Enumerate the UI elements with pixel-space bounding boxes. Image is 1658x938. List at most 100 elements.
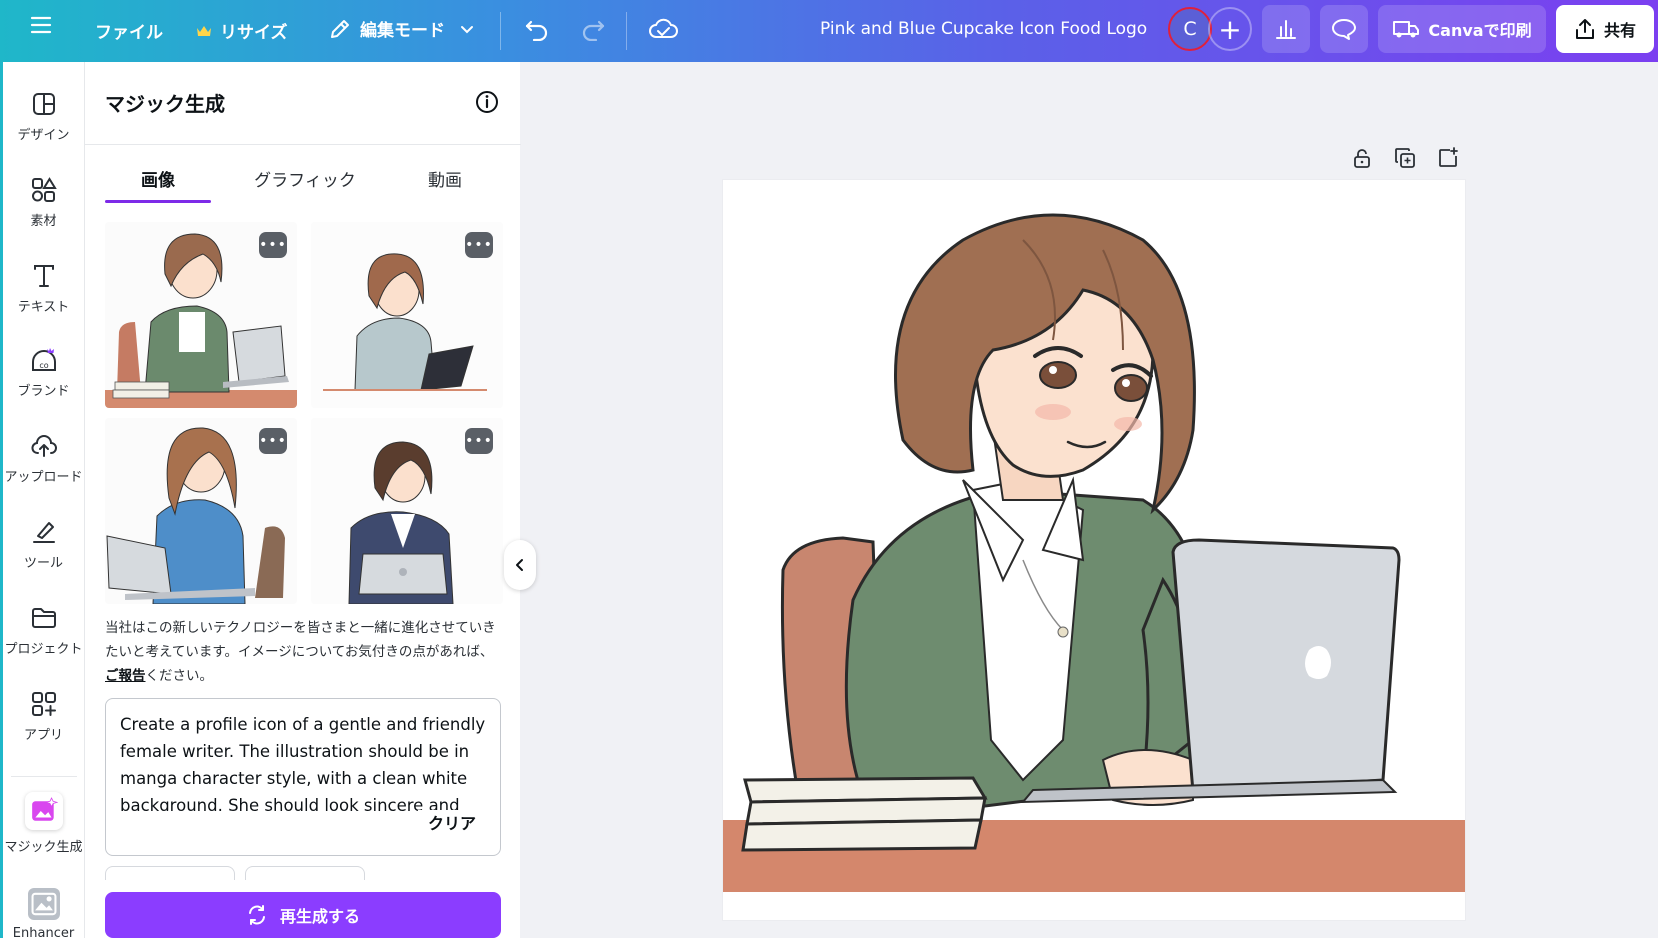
rail-item-label: プロジェクト: [4, 642, 83, 657]
undo-icon: [525, 20, 548, 41]
avatar-initial: C: [1183, 18, 1197, 40]
comment-icon: [1332, 19, 1356, 40]
bar-chart-icon: [1276, 20, 1296, 39]
save-status-button[interactable]: [648, 16, 678, 42]
aspect-chip[interactable]: [245, 866, 365, 880]
tab-graphics[interactable]: グラフィック: [235, 166, 375, 191]
print-label: Canvaで印刷: [1428, 21, 1532, 40]
rail-item-label: 素材: [30, 214, 57, 229]
plus-icon: +: [1218, 12, 1242, 46]
upload-cloud-icon: [30, 435, 57, 457]
file-menu[interactable]: ファイル: [95, 18, 163, 43]
text-icon: [33, 265, 54, 287]
generated-image-1[interactable]: •••: [105, 222, 297, 408]
redo-button[interactable]: [580, 17, 606, 41]
share-label: 共有: [1603, 21, 1636, 40]
rail-item-enhancer[interactable]: Enhancer: [3, 888, 84, 938]
share-button[interactable]: 共有: [1556, 5, 1654, 53]
clear-button[interactable]: クリア: [417, 810, 476, 837]
share-upload-icon: [1575, 19, 1594, 39]
rail-item-label: マジック生成: [4, 840, 83, 855]
undo-button[interactable]: [524, 17, 550, 41]
hamburger-icon: [30, 16, 52, 34]
collapse-panel-button[interactable]: [504, 540, 536, 590]
report-link[interactable]: ご報告: [105, 668, 146, 684]
magic-media-tile: [24, 792, 63, 830]
add-page-icon[interactable]: [1436, 146, 1460, 170]
regenerate-label: 再生成する: [279, 907, 360, 926]
more-options-button[interactable]: •••: [465, 232, 493, 258]
magic-media-panel: マジック生成 画像 グラフィック 動画 ••• ••• ••• ••• 当社はこ…: [84, 62, 521, 938]
chevron-down-icon: [461, 25, 473, 33]
prompt-text: Create a profile icon of a gentle and fr…: [120, 715, 486, 811]
more-options-button[interactable]: •••: [465, 428, 493, 454]
generated-image-3[interactable]: •••: [105, 418, 297, 604]
generated-image-4[interactable]: •••: [311, 418, 503, 604]
insights-button[interactable]: [1262, 5, 1310, 53]
edit-mode-dropdown[interactable]: 編集モード: [328, 16, 475, 41]
rail-item-magic-media[interactable]: マジック生成: [3, 792, 84, 855]
rail-item-label: アプリ: [23, 728, 63, 743]
comments-button[interactable]: [1320, 5, 1368, 53]
magic-media-icon: [31, 797, 58, 821]
panel-divider: [85, 144, 521, 145]
rail-item-design[interactable]: デザイン: [3, 90, 84, 143]
folder-icon: [31, 608, 56, 628]
active-tab-indicator: [105, 200, 211, 203]
print-button[interactable]: Canvaで印刷: [1378, 5, 1546, 53]
document-title[interactable]: Pink and Blue Cupcake Icon Food Logo: [820, 19, 1147, 39]
elements-icon: [31, 177, 57, 202]
info-icon[interactable]: [475, 90, 499, 114]
toolbar-divider: [500, 12, 501, 50]
disclaimer-text: 当社はこの新しいテクノロジーを皆さまと一緒に進化させていきたいと考えています。イ…: [105, 620, 496, 660]
design-page[interactable]: [723, 180, 1465, 920]
apps-icon: [31, 692, 56, 716]
menu-button[interactable]: [30, 16, 52, 34]
side-rail: デザイン 素材 テキスト co ブランド アップロード ツール プロジェクト ア…: [0, 62, 84, 938]
layout-icon: [32, 93, 55, 115]
rail-item-text[interactable]: テキスト: [3, 262, 84, 315]
lock-icon[interactable]: [1350, 146, 1374, 170]
style-chip[interactable]: [105, 866, 235, 880]
duplicate-page-icon[interactable]: [1393, 146, 1417, 170]
edit-mode-label: 編集モード: [360, 21, 445, 41]
crown-icon: [197, 25, 211, 36]
rail-item-apps[interactable]: アプリ: [3, 690, 84, 743]
rail-item-upload[interactable]: アップロード: [3, 432, 84, 485]
generated-image-2[interactable]: •••: [311, 222, 503, 408]
redo-icon: [582, 20, 605, 41]
writer-illustration[interactable]: [723, 180, 1465, 920]
draw-tool-icon: [32, 522, 55, 543]
regenerate-button[interactable]: 再生成する: [105, 892, 501, 938]
toolbar-divider: [626, 12, 627, 50]
refresh-icon: [248, 905, 265, 925]
prompt-textarea[interactable]: Create a profile icon of a gentle and fr…: [105, 698, 501, 856]
disclaimer-tail: ください。: [145, 668, 214, 684]
panel-title: マジック生成: [105, 92, 225, 116]
rail-item-projects[interactable]: プロジェクト: [3, 604, 84, 657]
more-options-button[interactable]: •••: [259, 428, 287, 454]
rail-item-elements[interactable]: 素材: [3, 176, 84, 229]
document-title-text: Pink and Blue Cupcake Icon Food Logo: [820, 19, 1148, 39]
rail-item-tools[interactable]: ツール: [3, 518, 84, 571]
more-options-button[interactable]: •••: [259, 232, 287, 258]
top-toolbar: ファイル リサイズ 編集モード Pink and Blue Cupcake Ic…: [0, 0, 1658, 62]
avatar[interactable]: C: [1168, 7, 1212, 51]
rail-item-label: テキスト: [17, 300, 70, 315]
rail-item-label: デザイン: [17, 128, 70, 143]
brand-icon: co: [31, 348, 56, 371]
tab-videos[interactable]: 動画: [405, 166, 485, 191]
resize-button[interactable]: リサイズ: [196, 18, 288, 43]
rail-item-label: アップロード: [4, 470, 83, 485]
feedback-disclaimer: 当社はこの新しいテクノロジーを皆さまと一緒に進化させていきたいと考えています。イ…: [105, 616, 501, 688]
rail-item-label: ブランド: [17, 384, 70, 399]
tab-images[interactable]: 画像: [105, 166, 211, 191]
rail-item-brand[interactable]: co ブランド: [3, 346, 84, 399]
rail-item-label: Enhancer: [12, 926, 75, 938]
pencil-icon: [331, 19, 349, 38]
add-collaborator-button[interactable]: +: [1208, 7, 1252, 51]
truck-icon: [1393, 21, 1420, 38]
rail-divider: [11, 776, 77, 777]
file-menu-label: ファイル: [95, 23, 163, 43]
cloud-check-icon: [649, 18, 678, 38]
